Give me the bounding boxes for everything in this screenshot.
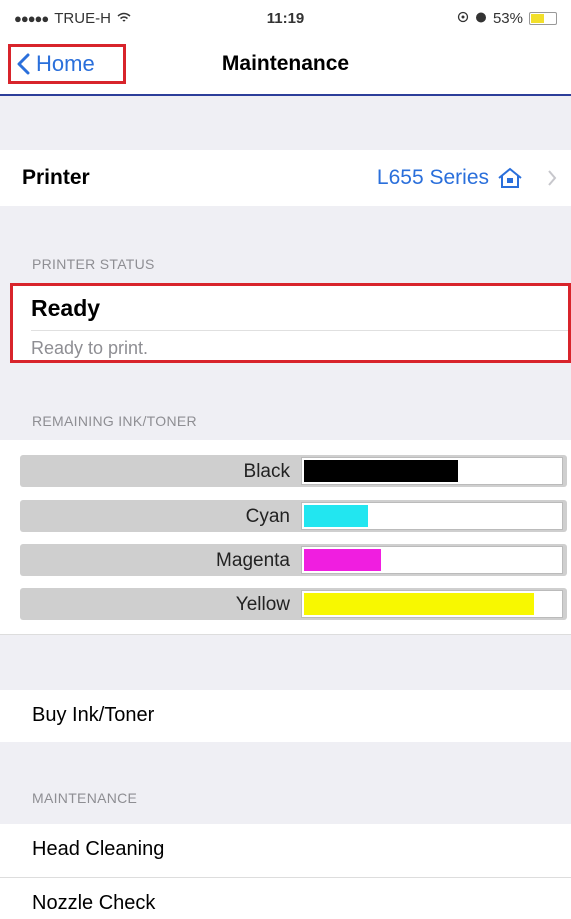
maintenance-header: MAINTENANCE	[32, 790, 138, 806]
alarm-icon	[475, 10, 487, 27]
ink-row-cyan: Cyan	[20, 500, 567, 532]
nozzle-check-label: Nozzle Check	[32, 892, 156, 914]
navigation-bar: Home Maintenance	[0, 34, 571, 96]
ink-label: Yellow	[235, 594, 290, 615]
ink-row-magenta: Magenta	[20, 544, 567, 576]
ink-label: Magenta	[216, 550, 290, 571]
head-cleaning-row[interactable]: Head Cleaning	[0, 824, 571, 878]
ink-level-bar	[301, 457, 563, 485]
ink-level-bar	[301, 546, 563, 574]
ink-fill-yellow	[304, 593, 535, 615]
ink-panel: Black Cyan Magenta Yellow	[0, 440, 571, 635]
ink-fill-black	[304, 460, 458, 482]
ink-fill-magenta	[304, 549, 381, 571]
status-detail: Ready to print.	[31, 338, 149, 358]
printer-label: Printer	[22, 166, 90, 189]
ink-level-bar	[301, 590, 563, 618]
status-title: Ready	[31, 295, 101, 321]
status-bar: ●●●●● TRUE-H 11:19 53%	[0, 0, 571, 34]
battery-icon	[529, 12, 557, 25]
ink-fill-cyan	[304, 505, 368, 527]
buy-ink-row[interactable]: Buy Ink/Toner	[0, 690, 571, 742]
page-title: Maintenance	[221, 52, 350, 75]
ink-row-black: Black	[20, 455, 567, 487]
nozzle-check-row[interactable]: Nozzle Check	[0, 878, 571, 919]
printer-status-header: PRINTER STATUS	[32, 256, 155, 272]
head-cleaning-label: Head Cleaning	[32, 838, 165, 860]
printer-name: L655 Series	[376, 166, 489, 189]
orientation-lock-icon	[457, 10, 469, 27]
divider	[31, 330, 568, 331]
ink-row-yellow: Yellow	[20, 588, 567, 620]
printer-row[interactable]: Printer L655 Series	[0, 150, 571, 206]
ink-level-bar	[301, 502, 563, 530]
home-network-icon	[498, 167, 522, 188]
ink-label: Black	[243, 461, 290, 482]
chevron-right-icon	[548, 170, 557, 186]
battery-percent: 53%	[492, 10, 523, 27]
printer-status-panel: Ready Ready to print.	[10, 283, 571, 363]
ink-label: Cyan	[245, 506, 290, 527]
ink-header: REMAINING INK/TONER	[32, 413, 197, 429]
buy-ink-label: Buy Ink/Toner	[32, 704, 155, 726]
